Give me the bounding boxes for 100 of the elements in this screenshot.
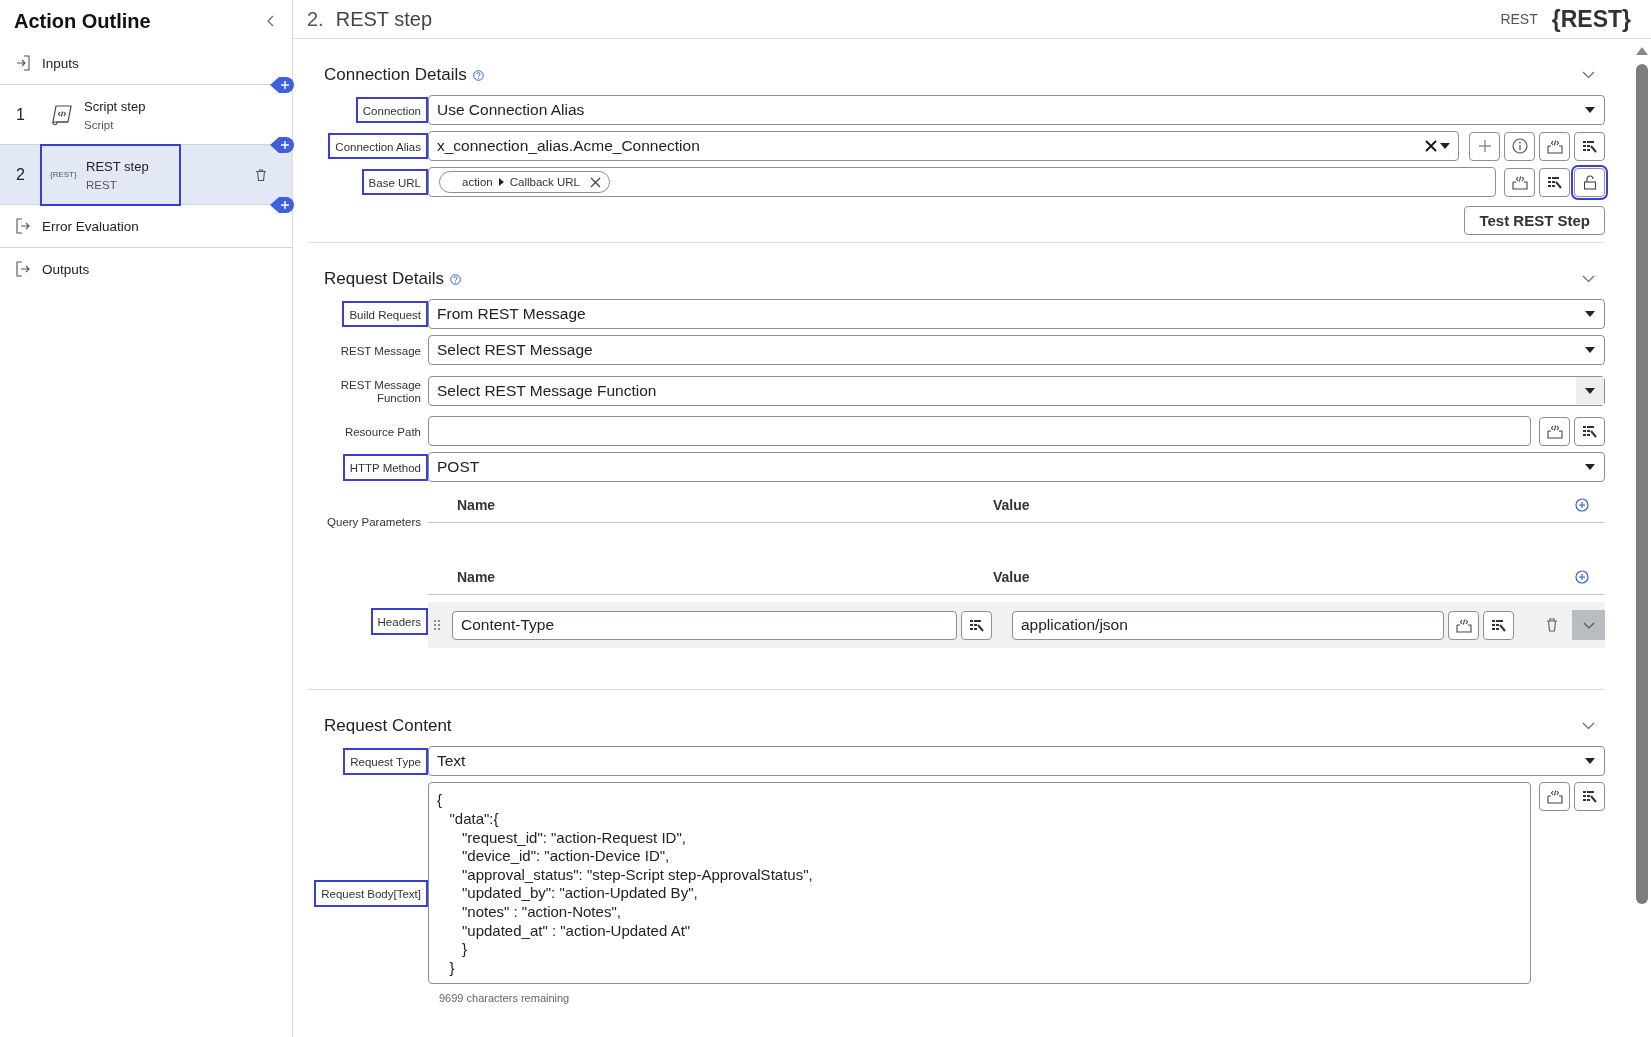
caret-icon: [1585, 758, 1595, 765]
input-field[interactable]: [428, 416, 1531, 447]
step-title: REST step: [86, 158, 149, 174]
chevron-icon[interactable]: [1582, 722, 1595, 731]
chevron-icon: [1582, 621, 1595, 629]
step-type: REST: [1500, 11, 1538, 27]
add-step-icon[interactable]: [270, 76, 294, 94]
data-pill-picker-button[interactable]: [1574, 131, 1605, 161]
info-button[interactable]: [1504, 131, 1535, 161]
data-pill-picker-button[interactable]: [1539, 167, 1570, 197]
step-type: REST: [86, 178, 118, 191]
page-title: REST step: [335, 7, 433, 31]
caret-icon: [1585, 464, 1595, 471]
info-icon: [1511, 138, 1528, 154]
select-field[interactable]: Text: [428, 746, 1605, 777]
help-icon[interactable]: [472, 69, 484, 81]
request-body-field[interactable]: { "data":{ "request_id": "action-Request ID", "device_id": "action-Device ID", "approval_status": "step-Script step-ApprovalStatus", "updated_by": "action-Updated By", "notes" : "action-Notes", "updated_at" : "action-Updated At" } }: [428, 782, 1531, 985]
list-picker-icon: [1581, 423, 1598, 439]
step-number: 2.: [307, 7, 324, 31]
code-icon: [1546, 789, 1563, 805]
add-step-icon[interactable]: [270, 136, 294, 154]
data-pill-picker-button[interactable]: [1574, 416, 1605, 446]
outline-item[interactable]: Error Evaluation: [42, 218, 139, 234]
caret-icon: [1440, 143, 1450, 149]
step-item[interactable]: 2 {REST} REST step REST: [0, 145, 292, 205]
select-field[interactable]: Select REST Message Function: [428, 375, 1605, 406]
code-icon: [1455, 617, 1472, 633]
step-title: Script step: [84, 98, 146, 114]
plus-icon: [1477, 139, 1492, 153]
column-header: Value: [993, 569, 1031, 586]
column-header: Name: [457, 497, 497, 514]
outline-item[interactable]: Outputs: [42, 261, 90, 277]
add-button[interactable]: [1469, 131, 1500, 161]
list-picker-icon: [1581, 138, 1598, 154]
column-header: Value: [993, 497, 1031, 514]
input-field[interactable]: application/json: [1012, 610, 1444, 640]
lock-button[interactable]: [1574, 167, 1605, 197]
scroll-up-icon[interactable]: [1636, 47, 1648, 55]
outline-item[interactable]: Inputs: [42, 55, 79, 71]
help-icon[interactable]: [450, 273, 461, 285]
scrollbar-thumb[interactable]: [1636, 64, 1648, 904]
caret-icon: [1585, 311, 1595, 317]
section-title: Request Details: [324, 269, 444, 289]
test-button[interactable]: Test REST Step: [1464, 206, 1605, 235]
select-field[interactable]: POST: [428, 452, 1605, 483]
caret-icon: [1585, 347, 1595, 353]
section-title: Connection Details: [324, 65, 467, 85]
list-picker-icon: [1581, 789, 1598, 805]
field-label: Connection: [355, 96, 428, 124]
drag-handle-icon[interactable]: [434, 620, 440, 631]
add-icon[interactable]: [1575, 498, 1589, 513]
field-label: REST Message: [339, 343, 422, 359]
output-icon: [16, 218, 30, 234]
code-icon: [1546, 138, 1563, 154]
field-label: Build Request: [342, 300, 428, 328]
pill-field[interactable]: action Callback URL: [428, 167, 1496, 197]
field-label: Request Type: [343, 748, 428, 775]
data-pill-picker-button[interactable]: [1483, 610, 1514, 640]
rest-icon: {REST}: [50, 170, 76, 179]
list-picker-icon: [968, 617, 985, 633]
clear-icon[interactable]: [1425, 140, 1437, 152]
character-counter: 9699 characters remaining: [438, 991, 571, 1005]
data-pill-picker-button[interactable]: [961, 610, 992, 640]
trash-icon[interactable]: [1546, 618, 1558, 633]
field-label: Connection Alias: [328, 132, 428, 160]
select-field[interactable]: From REST Message: [428, 299, 1605, 329]
code-icon: [1546, 423, 1563, 439]
field-label: Base URL: [361, 168, 428, 196]
code-icon: [1511, 174, 1528, 190]
list-picker-icon: [1546, 174, 1563, 190]
output-icon: [16, 261, 30, 277]
add-icon[interactable]: [1575, 570, 1589, 585]
section-title: Request Content: [324, 716, 452, 737]
input-field[interactable]: Content-Type: [452, 610, 957, 640]
step-number: 2: [16, 165, 26, 184]
input-icon: [16, 55, 30, 71]
combo-field[interactable]: x_connection_alias.Acme_Connection: [428, 131, 1459, 161]
sidebar-title: Action Outline: [14, 9, 151, 33]
caret-icon: [498, 178, 504, 186]
list-picker-icon: [1490, 617, 1507, 633]
scroll-icon: [50, 102, 74, 127]
caret-icon: [1585, 387, 1595, 394]
chevron-icon[interactable]: [1582, 275, 1595, 283]
collapse-icon[interactable]: [266, 15, 274, 27]
field-label: REST Message Function: [339, 378, 422, 407]
column-header: Name: [457, 569, 497, 586]
trash-icon[interactable]: [256, 168, 266, 181]
field-label: Request Body[Text]: [314, 880, 428, 907]
add-step-icon[interactable]: [270, 196, 294, 214]
step-type: Script: [84, 118, 115, 131]
expand-button[interactable]: [1572, 610, 1605, 641]
rest-logo: {REST}: [1551, 5, 1631, 33]
select-field[interactable]: Use Connection Alias: [428, 95, 1605, 125]
field-label: HTTP Method: [342, 454, 428, 481]
select-field[interactable]: Select REST Message: [428, 335, 1605, 365]
field-label: Resource Path: [343, 425, 422, 441]
data-pill-picker-button[interactable]: [1574, 782, 1605, 812]
close-icon[interactable]: [590, 176, 601, 188]
field-label: Query Parameters: [326, 515, 422, 531]
chevron-icon[interactable]: [1582, 71, 1595, 79]
